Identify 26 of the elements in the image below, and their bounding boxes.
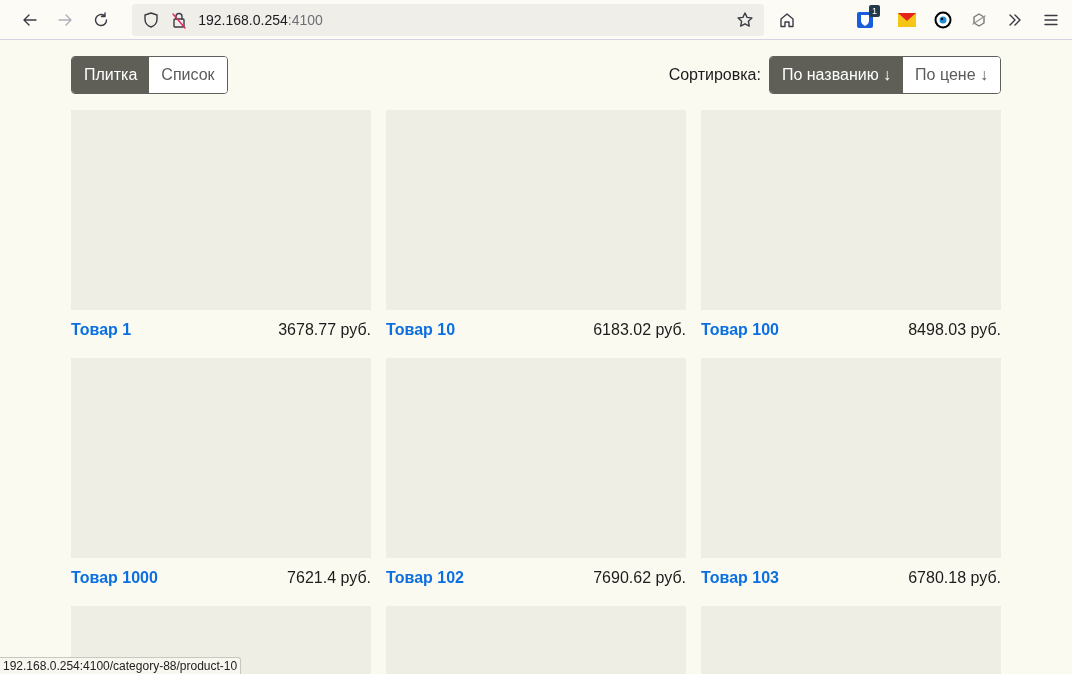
product-link[interactable]: Товар 102 [386,569,464,587]
product-price: 7690.62 руб. [593,569,686,587]
product-price: 3678.77 руб. [278,321,371,339]
product-link[interactable]: Товар 1000 [71,569,158,587]
insecure-lock-icon [170,10,189,29]
envelope-icon[interactable] [898,12,916,27]
url-text: 192.168.0.254:4100 [198,11,324,28]
star-icon[interactable] [736,10,754,29]
sort-label: Сортировка: [668,66,761,84]
sort-option[interactable]: По цене ↓ [903,57,1000,93]
sort-option[interactable]: По названию ↓ [769,57,904,93]
view-toggle-tab[interactable]: Плитка [72,57,150,93]
product-price: 6780.18 руб. [908,569,1001,587]
product-link[interactable]: Товар 103 [701,569,779,587]
link-status-tooltip: 192.168.0.254:4100/category-88/product-10 [0,657,242,674]
product-price: 8498.03 руб. [908,321,1001,339]
product-price: 7621.4 руб. [287,569,371,587]
eye-icon[interactable] [934,10,952,29]
product-link[interactable]: Товар 10 [386,321,456,339]
home-icon[interactable] [778,10,796,29]
shield-icon [142,10,161,29]
product-link[interactable]: Товар 100 [701,321,779,339]
product-link[interactable]: Товар 1 [71,321,132,339]
address-bar[interactable]: 192.168.0.254:4100 [132,3,764,36]
product-price: 6183.02 руб. [593,321,686,339]
view-toggle-tab[interactable]: Список [149,57,227,93]
